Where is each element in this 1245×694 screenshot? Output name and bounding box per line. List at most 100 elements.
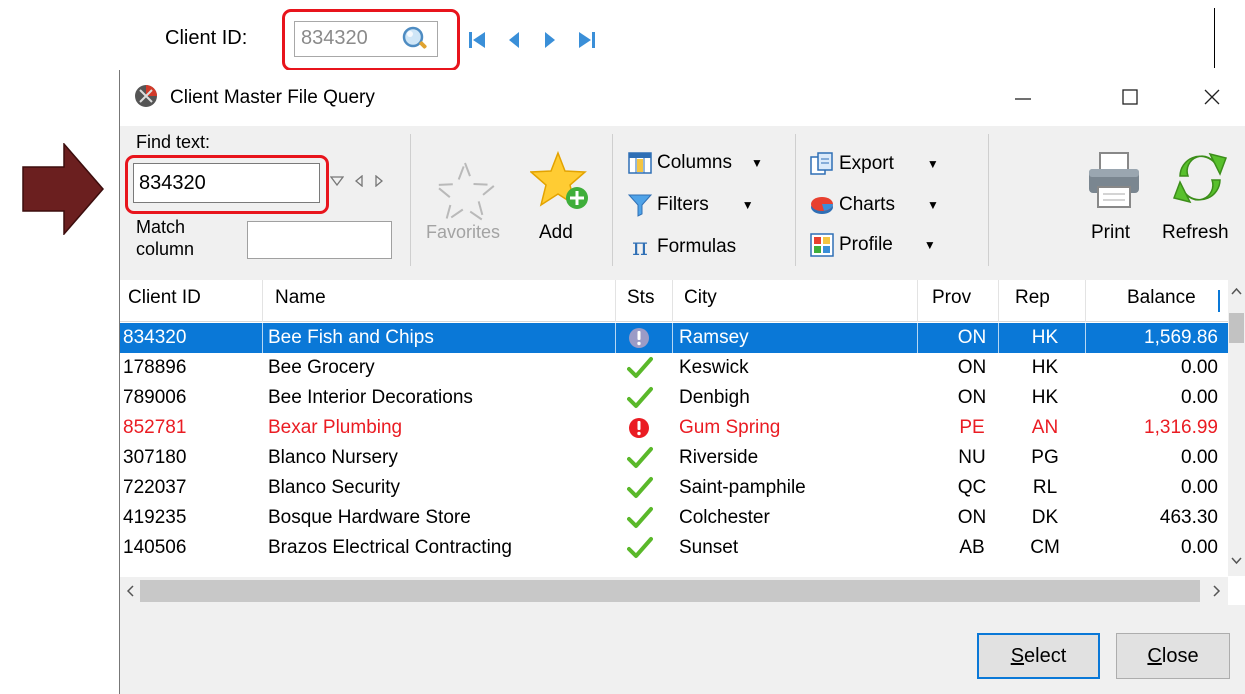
table-row[interactable]: 307180 Blanco Nursery Riverside NU PG 0.00 (120, 443, 1228, 473)
cell-prov: ON (957, 387, 987, 408)
toolbar-separator (988, 134, 989, 266)
column-divider[interactable] (917, 280, 918, 322)
pi-icon: π (632, 233, 648, 261)
column-divider[interactable] (262, 280, 263, 322)
last-record-button[interactable] (568, 26, 604, 54)
cell-client-id: 834320 (123, 327, 187, 348)
cell-rep: PG (1031, 447, 1059, 468)
formulas-button[interactable]: π Formulas (628, 233, 736, 261)
column-divider[interactable] (1085, 280, 1086, 322)
profile-dropdown-icon: ▼ (923, 238, 936, 252)
add-favorite-button[interactable]: Add (539, 222, 573, 244)
clients-grid[interactable]: Client ID Name Sts City Prov Rep Balance… (120, 280, 1228, 576)
previous-record-icon (509, 32, 519, 48)
find-previous-icon[interactable] (354, 175, 364, 187)
columns-button[interactable]: Columns ▼ (628, 151, 763, 175)
column-divider[interactable] (672, 280, 673, 322)
previous-record-button[interactable] (496, 26, 532, 54)
table-row[interactable]: 140506 Brazos Electrical Contracting Sunse… (120, 533, 1228, 563)
table-row[interactable]: 789006 Bee Interior Decorations Denbigh ON H… (120, 383, 1228, 413)
column-header-status[interactable]: Sts (627, 287, 654, 309)
export-button[interactable]: Export ▼ (810, 152, 939, 176)
filters-dropdown-icon: ▼ (741, 198, 754, 212)
cell-city: Colchester (679, 507, 770, 528)
maximize-button[interactable] (1110, 80, 1150, 114)
scroll-right-icon[interactable] (1208, 577, 1224, 605)
table-row[interactable]: 834320 Bee Fish and Chips Ramsey ON HK 1,569.… (120, 323, 1228, 353)
favorites-star-icon (432, 160, 498, 224)
export-dropdown-icon: ▼ (926, 157, 939, 171)
column-header-name[interactable]: Name (275, 287, 326, 309)
toolbar-separator (410, 134, 411, 266)
filters-label: Filters (657, 194, 709, 215)
table-row[interactable]: 722037 Blanco Security Saint-pamphile QC RL 0… (120, 473, 1228, 503)
scroll-left-icon[interactable] (123, 577, 139, 605)
column-header-prov[interactable]: Prov (932, 287, 971, 309)
toolbar-separator (612, 134, 613, 266)
cell-prov: QC (957, 477, 987, 498)
column-header-rep[interactable]: Rep (1015, 287, 1050, 309)
close-window-button[interactable] (1192, 80, 1232, 114)
scroll-down-icon[interactable] (1228, 554, 1245, 568)
table-row[interactable]: 419235 Bosque Hardware Store Colchester ON D… (120, 503, 1228, 533)
find-next-icon[interactable] (374, 175, 384, 187)
column-header-balance[interactable]: Balance (1127, 287, 1196, 309)
next-record-button[interactable] (532, 26, 568, 54)
vertical-scroll-thumb[interactable] (1229, 313, 1244, 343)
filters-button[interactable]: Filters ▼ (628, 193, 754, 217)
horizontal-scroll-thumb[interactable] (140, 580, 1200, 602)
cell-prov: AB (959, 537, 985, 558)
divider (1214, 8, 1215, 68)
match-column-input[interactable] (247, 221, 392, 259)
row-cell-divider (262, 323, 263, 353)
cell-prov: ON (957, 507, 987, 528)
cell-balance: 0.00 (1181, 537, 1218, 558)
cell-balance: 463.30 (1159, 507, 1218, 528)
maximize-icon (1122, 89, 1138, 105)
cell-name: Bexar Plumbing (268, 417, 403, 438)
favorites-button[interactable]: Favorites (426, 222, 500, 243)
cell-client-id: 852781 (123, 417, 187, 438)
next-record-icon (545, 32, 555, 48)
row-cell-divider (615, 323, 616, 353)
cell-rep: HK (1031, 357, 1059, 378)
export-icon (810, 152, 833, 175)
column-divider[interactable] (998, 280, 999, 322)
column-header-city[interactable]: City (684, 287, 717, 309)
refresh-button[interactable]: Refresh (1162, 222, 1229, 244)
find-text-label: Find text: (136, 132, 211, 152)
scroll-up-icon[interactable] (1228, 284, 1245, 298)
pie-chart-icon (811, 197, 833, 214)
charts-label: Charts (839, 194, 895, 215)
table-row[interactable]: 852781 Bexar Plumbing Gum Spring PE AN 1,316.… (120, 413, 1228, 443)
columns-icon (628, 152, 652, 174)
row-cell-divider (998, 323, 999, 353)
column-header-client-id[interactable]: Client ID (128, 287, 201, 309)
cell-name: Bosque Hardware Store (268, 507, 471, 528)
table-row[interactable]: 178896 Bee Grocery Keswick ON HK 0.00 (120, 353, 1228, 383)
grid-header: Client ID Name Sts City Prov Rep Balance (120, 280, 1228, 322)
cell-name: Brazos Electrical Contracting (268, 537, 512, 558)
minimize-button[interactable] (1003, 80, 1043, 114)
cell-balance: 1,316.99 (1144, 417, 1218, 438)
close-button[interactable]: Close (1116, 633, 1230, 679)
profile-button[interactable]: Profile ▼ (810, 233, 936, 257)
column-resize-indicator (1218, 290, 1220, 312)
select-button[interactable]: Select (977, 633, 1100, 679)
row-cell-divider (917, 323, 918, 353)
table-row-partial[interactable] (120, 571, 1228, 576)
print-button[interactable]: Print (1091, 222, 1130, 244)
cell-city: Riverside (679, 447, 759, 468)
first-record-icon (469, 32, 485, 48)
last-record-icon (579, 32, 595, 48)
status-ok-icon (627, 356, 653, 386)
match-column-label: Match column (136, 217, 195, 259)
column-divider[interactable] (615, 280, 616, 322)
status-ok-icon (627, 506, 653, 536)
cell-prov: ON (957, 327, 987, 348)
first-record-button[interactable] (460, 26, 496, 54)
find-history-dropdown-icon[interactable] (330, 176, 344, 186)
cell-prov: NU (958, 447, 986, 468)
charts-button[interactable]: Charts ▼ (810, 193, 939, 217)
cell-city: Keswick (679, 357, 749, 378)
